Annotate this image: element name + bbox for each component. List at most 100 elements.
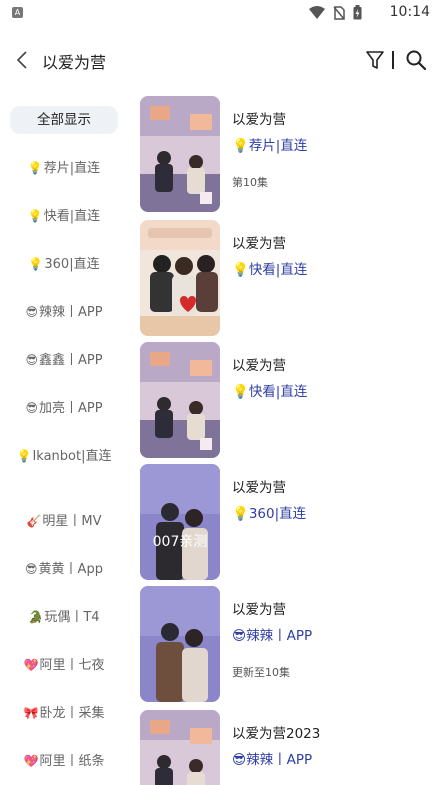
sunglasses-icon: 😎 — [25, 305, 38, 319]
no-sim-icon — [333, 5, 345, 20]
sidebar-item-label: 荐片|直连 — [43, 161, 101, 176]
result-source: 💡快看|直连 — [232, 258, 307, 278]
result-source-label: 快看|直连 — [248, 262, 308, 278]
poster-art — [140, 342, 220, 458]
lightbulb-icon: 💡 — [232, 384, 249, 400]
filter-button[interactable] — [362, 46, 388, 74]
sidebar-item-label: 360|直连 — [44, 257, 100, 272]
lightbulb-icon: 💡 — [27, 209, 43, 223]
sunglasses-icon: 😎 — [25, 353, 38, 367]
result-title: 以爱为营 — [232, 112, 286, 128]
sidebar-item[interactable]: 🎀卧龙丨采集 — [10, 705, 118, 722]
sidebar-item-label: 鑫鑫丨APP — [38, 353, 103, 368]
result-source-label: 辣辣丨APP — [246, 628, 313, 644]
result-title: 以爱为营 — [232, 358, 286, 374]
sidebar-item-label: 全部显示 — [37, 112, 91, 128]
lightbulb-icon: 💡 — [232, 506, 249, 522]
sidebar-item-label: 卧龙丨采集 — [39, 706, 105, 721]
sidebar-item[interactable]: 💖阿里丨七夜 — [10, 657, 118, 674]
sidebar-item-label: 辣辣丨APP — [38, 305, 103, 320]
wifi-icon — [309, 5, 325, 19]
sidebar-item[interactable]: 💡荐片|直连 — [10, 160, 118, 177]
sunglasses-icon: 😎 — [25, 562, 38, 576]
result-source-label: 荐片|直连 — [248, 138, 308, 154]
poster-art: 007亲测 — [140, 464, 220, 580]
result-source-label: 辣辣丨APP — [246, 752, 313, 768]
sidebar-item-label: 明星丨MV — [42, 514, 102, 529]
ribbon-icon: 🎀 — [23, 706, 39, 720]
result-source: 💡360|直连 — [232, 502, 306, 522]
search-button[interactable] — [402, 46, 430, 74]
poster-image[interactable] — [140, 710, 220, 785]
poster-image[interactable]: 007亲测 — [140, 464, 220, 580]
status-bar: A 10:14 — [0, 0, 442, 26]
sunglasses-icon: 😎 — [232, 628, 247, 644]
poster-art — [140, 710, 220, 785]
sidebar-item-all[interactable]: 全部显示 — [10, 106, 118, 134]
sidebar-item-label: 加亮丨APP — [38, 401, 103, 416]
sidebar-item[interactable]: 😎鑫鑫丨APP — [10, 352, 118, 369]
poster-art — [140, 96, 220, 212]
sidebar-item[interactable]: 😎加亮丨APP — [10, 400, 118, 417]
sunglasses-icon: 😎 — [25, 401, 38, 415]
result-card[interactable]: 以爱为营2023 😎辣辣丨APP — [140, 710, 440, 785]
sidebar-item-label: 快看|直连 — [43, 209, 101, 224]
result-title: 以爱为营2023 — [232, 726, 321, 742]
sidebar-item-label: 黄黄丨App — [38, 562, 103, 577]
result-source: 💡荐片|直连 — [232, 134, 307, 154]
sunglasses-icon: 😎 — [232, 752, 247, 768]
poster-art — [140, 586, 220, 702]
app-bar: 以爱为营 — [0, 40, 442, 80]
search-icon — [406, 50, 426, 70]
poster-image[interactable] — [140, 96, 220, 212]
crocodile-icon: 🐊 — [28, 610, 44, 624]
lightbulb-icon: 💡 — [232, 262, 249, 278]
page-title: 以爱为营 — [42, 53, 107, 72]
notification-icon: A — [12, 7, 23, 18]
lightbulb-icon: 💡 — [27, 161, 43, 175]
result-note: 更新至10集 — [232, 666, 290, 679]
heart-icon: 💖 — [23, 658, 39, 672]
filter-icon — [366, 51, 384, 69]
sidebar-item-label: 玩偶丨T4 — [44, 610, 100, 625]
poster-image[interactable] — [140, 342, 220, 458]
result-card[interactable]: 007亲测 以爱为营 💡360|直连 — [140, 464, 440, 582]
sidebar-item[interactable]: 💖阿里丨纸条 — [10, 753, 118, 770]
result-source: 😎辣辣丨APP — [232, 624, 312, 644]
result-note: 第10集 — [232, 176, 268, 189]
result-source: 😎辣辣丨APP — [232, 748, 312, 768]
sidebar-item[interactable]: 💡Ikanbot|直连 — [16, 448, 112, 465]
poster-image[interactable] — [140, 220, 220, 336]
battery-icon — [353, 5, 362, 20]
result-title: 以爱为营 — [232, 236, 286, 252]
heart-icon: 💖 — [23, 754, 39, 768]
poster-art — [140, 220, 220, 336]
result-source-label: 快看|直连 — [248, 384, 308, 400]
sidebar-item-label: 阿里丨纸条 — [39, 754, 105, 769]
result-card[interactable]: 以爱为营 💡快看|直连 — [140, 220, 440, 338]
result-title: 以爱为营 — [232, 602, 286, 618]
guitar-icon: 🎸 — [26, 514, 42, 528]
sidebar-item-label: Ikanbot|直连 — [32, 449, 112, 464]
result-source: 💡快看|直连 — [232, 380, 307, 400]
lightbulb-icon: 💡 — [28, 257, 44, 271]
result-card[interactable]: 以爱为营 💡快看|直连 — [140, 342, 440, 460]
sidebar-item[interactable]: 😎黄黄丨App — [10, 561, 118, 578]
poster-overlay-text: 007亲测 — [153, 534, 208, 550]
result-card[interactable]: 以爱为营 😎辣辣丨APP 更新至10集 — [140, 586, 440, 704]
status-time: 10:14 — [389, 4, 430, 20]
lightbulb-icon: 💡 — [16, 449, 32, 463]
sidebar-item[interactable]: 💡360|直连 — [10, 256, 118, 273]
sidebar-item[interactable]: 🎸明星丨MV — [10, 513, 118, 530]
sidebar-item[interactable]: 😎辣辣丨APP — [10, 304, 118, 321]
sidebar-item[interactable]: 💡快看|直连 — [10, 208, 118, 225]
chevron-left-icon — [16, 51, 27, 69]
back-button[interactable] — [8, 46, 36, 74]
lightbulb-icon: 💡 — [232, 138, 249, 154]
sidebar-item[interactable]: 🐊玩偶丨T4 — [10, 609, 118, 626]
result-source-label: 360|直连 — [248, 506, 307, 522]
result-title: 以爱为营 — [232, 480, 286, 496]
result-card[interactable]: 以爱为营 💡荐片|直连 第10集 — [140, 96, 440, 214]
appbar-divider — [392, 51, 394, 69]
poster-image[interactable] — [140, 586, 220, 702]
